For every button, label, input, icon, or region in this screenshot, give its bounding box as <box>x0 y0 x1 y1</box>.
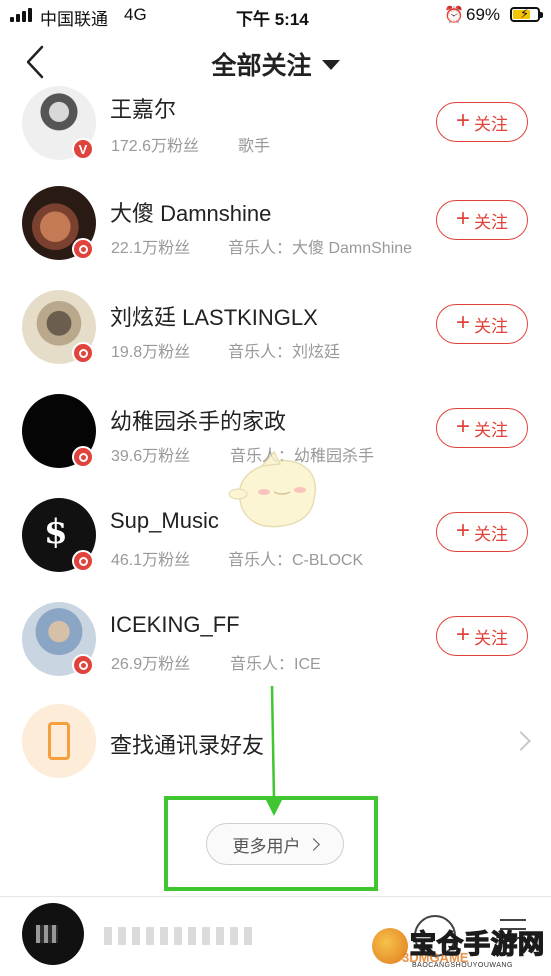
musician-badge-icon <box>72 654 94 676</box>
site-watermark: 3DMGAME 宝仓手游网 BAOCANGSHOUYOUWANG <box>366 920 551 976</box>
user-row[interactable]: 刘炫廷 LASTKINGLX 19.8万粉丝 音乐人：刘炫廷 + 关注 <box>0 290 551 390</box>
follow-label: 关注 <box>474 628 508 648</box>
user-description: 音乐人：ICE <box>230 656 321 673</box>
carrier-label: 中国联通 <box>40 10 108 29</box>
user-fans-count: 26.9万粉丝 <box>111 656 191 673</box>
follow-label: 关注 <box>474 420 508 440</box>
battery-icon: ⚡ <box>510 6 543 22</box>
user-name: 大傻 Damnshine <box>110 201 272 226</box>
user-description: 音乐人：大傻 DamnShine <box>228 240 413 257</box>
sup-music-logo-icon: $ <box>44 512 68 552</box>
player-album-art[interactable] <box>22 903 84 965</box>
signal-icon <box>10 8 32 22</box>
user-description: 歌手 <box>238 138 271 155</box>
follow-button[interactable]: + 关注 <box>436 616 528 656</box>
watermark-brand: 宝仓手游网 <box>409 929 546 961</box>
plus-icon: + <box>455 107 470 134</box>
musician-badge-icon <box>72 446 94 468</box>
user-description: 音乐人：C-BLOCK <box>228 552 364 569</box>
player-album-art-pixelated <box>36 925 58 943</box>
page-title-dropdown[interactable]: 全部关注 <box>0 46 551 82</box>
status-bar: 中国联通 4G 下午 5:14 ⏰ 69% ⚡ <box>0 0 551 30</box>
find-contacts-label: 查找通讯录好友 <box>110 733 265 758</box>
follow-label: 关注 <box>474 114 508 134</box>
musician-badge-icon <box>72 550 94 572</box>
user-fans-count: 172.6万粉丝 <box>111 138 200 155</box>
follow-label: 关注 <box>474 316 508 336</box>
status-time: 下午 5:14 <box>236 10 309 29</box>
mascot-watermark-icon <box>228 450 317 528</box>
network-label: 4G <box>124 5 147 24</box>
user-description: 音乐人：刘炫廷 <box>228 344 341 361</box>
watermark-sub: BAOCANGSHOUYOUWANG <box>412 962 513 969</box>
battery-percent: 69% <box>466 5 501 24</box>
caret-down-icon <box>321 60 340 70</box>
player-track-title-blurred <box>104 927 254 945</box>
plus-icon: + <box>455 309 470 336</box>
user-fans-count: 46.1万粉丝 <box>111 552 191 569</box>
plus-icon: + <box>455 621 470 648</box>
find-contacts-row[interactable]: 查找通讯录好友 <box>0 704 551 780</box>
user-fans-count: 39.6万粉丝 <box>111 448 191 465</box>
musician-badge-icon <box>72 342 94 364</box>
user-name: Sup_Music <box>110 508 219 533</box>
user-fans-count: 22.1万粉丝 <box>111 240 191 257</box>
follow-button[interactable]: + 关注 <box>436 408 528 448</box>
charging-icon: ⚡ <box>520 6 530 21</box>
user-name: 幼稚园杀手的家政 <box>110 409 287 434</box>
plus-icon: + <box>455 517 470 544</box>
plus-icon: + <box>455 205 470 232</box>
follow-button[interactable]: + 关注 <box>436 200 528 240</box>
verified-badge-icon: V <box>72 138 94 160</box>
musician-badge-icon <box>72 238 94 260</box>
plus-icon: + <box>455 413 470 440</box>
user-row[interactable]: ICEKING_FF 26.9万粉丝 音乐人：ICE + 关注 <box>0 602 551 702</box>
user-name: 刘炫廷 LASTKINGLX <box>110 305 318 330</box>
follow-button[interactable]: + 关注 <box>436 512 528 552</box>
page-title: 全部关注 <box>211 52 312 80</box>
user-fans-count: 19.8万粉丝 <box>111 344 191 361</box>
follow-label: 关注 <box>474 212 508 232</box>
user-row[interactable]: V 王嘉尔 172.6万粉丝 歌手 + 关注 <box>0 86 551 192</box>
user-name: 王嘉尔 <box>110 97 177 122</box>
annotation-highlight-box <box>164 796 378 891</box>
chevron-right-icon <box>511 731 531 751</box>
contacts-icon-circle <box>22 704 96 778</box>
follow-button[interactable]: + 关注 <box>436 304 528 344</box>
follow-button[interactable]: + 关注 <box>436 102 528 142</box>
phone-icon <box>48 722 70 760</box>
user-row[interactable]: 大傻 Damnshine 22.1万粉丝 音乐人：大傻 DamnShine + 关注 <box>0 186 551 286</box>
follow-label: 关注 <box>474 524 508 544</box>
alarm-icon: ⏰ <box>444 7 464 24</box>
user-name: ICEKING_FF <box>110 612 240 637</box>
nav-bar: 全部关注 <box>0 30 551 92</box>
